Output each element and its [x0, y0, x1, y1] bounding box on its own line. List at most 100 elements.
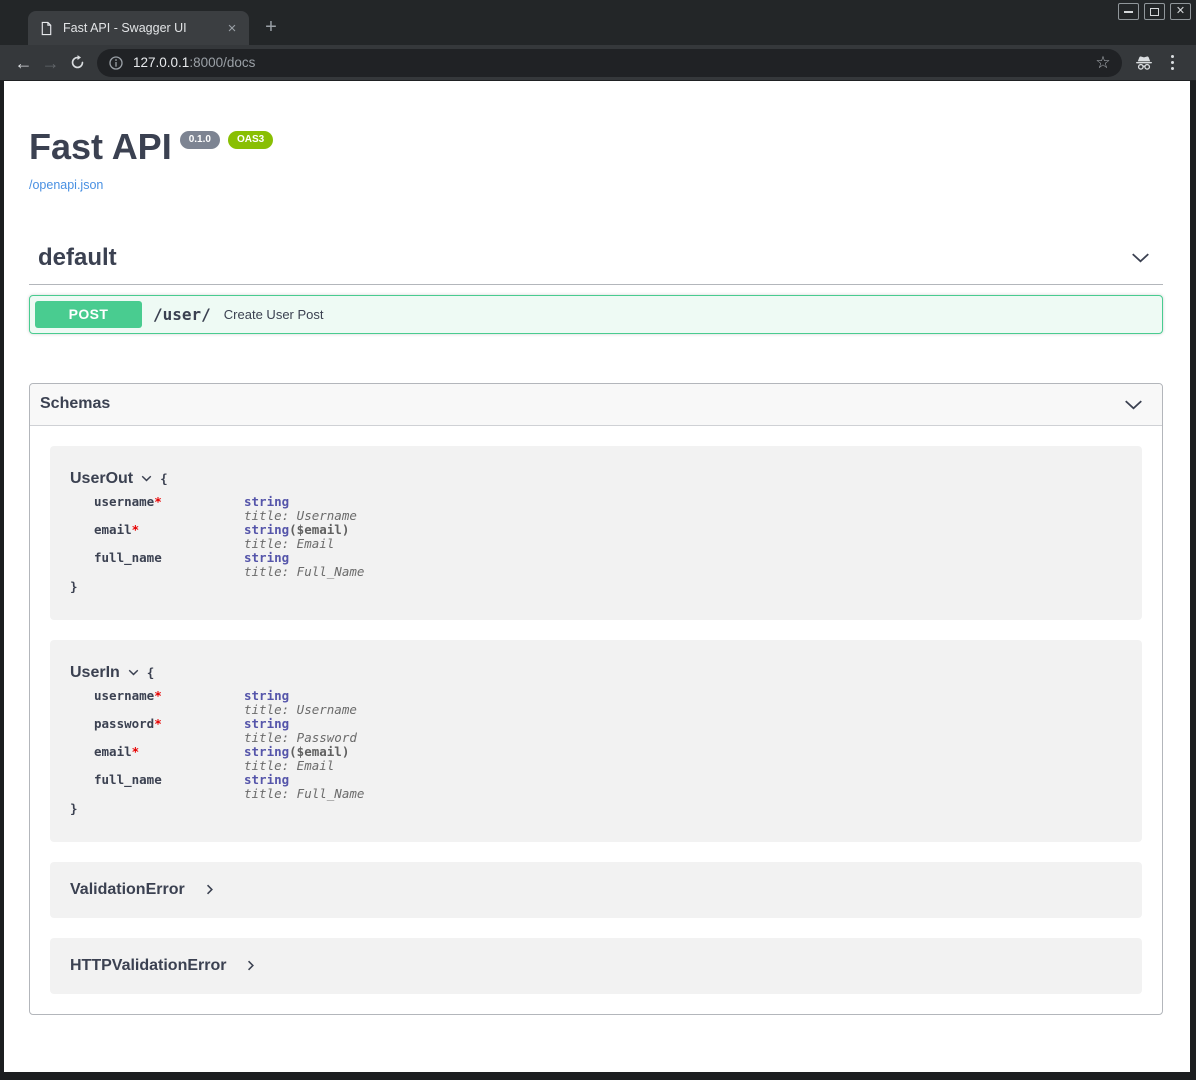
property-row: username* string title: Username — [70, 689, 1122, 717]
property-name: full_name — [94, 550, 162, 565]
bookmark-star-icon[interactable]: ☆ — [1090, 54, 1116, 71]
browser-toolbar: ← → 127.0.0.1:8000/docs ☆ — [0, 45, 1196, 81]
kebab-menu-icon — [1171, 55, 1174, 70]
model-userin: UserIn { username* string tit — [50, 640, 1142, 842]
chevron-down-icon[interactable] — [1130, 247, 1151, 268]
required-star: * — [154, 494, 162, 509]
endpoint-path: /user/ — [153, 305, 211, 324]
property-row: full_name string title: Full_Name — [70, 773, 1122, 801]
property-row: username* string title: Username — [70, 495, 1122, 523]
property-type: string — [244, 716, 289, 731]
property-name: username — [94, 688, 154, 703]
model-validationerror: ValidationError — [50, 862, 1142, 918]
reload-icon — [69, 54, 86, 71]
chevron-down-icon[interactable] — [140, 472, 153, 485]
property-type: string — [244, 772, 289, 787]
chevron-right-icon[interactable] — [203, 883, 216, 896]
required-star: * — [132, 744, 140, 759]
property-type: string — [244, 522, 289, 537]
property-type: string — [244, 550, 289, 565]
minimize-button[interactable] — [1118, 3, 1139, 20]
property-name: email — [94, 522, 132, 537]
window-controls: ✕ — [1118, 3, 1191, 20]
property-title: title: Email — [244, 537, 349, 551]
tab-close-icon[interactable]: × — [223, 21, 241, 36]
property-name: full_name — [94, 772, 162, 787]
schemas-section: Schemas UserOut { — [29, 383, 1163, 1015]
tag-section-default[interactable]: default — [29, 244, 1163, 285]
property-format: ($email) — [289, 744, 349, 759]
close-brace: } — [70, 801, 1122, 816]
chevron-right-icon[interactable] — [244, 959, 257, 972]
property-format: ($email) — [289, 522, 349, 537]
oas3-badge: OAS3 — [228, 131, 273, 149]
property-row: password* string title: Password — [70, 717, 1122, 745]
model-name[interactable]: ValidationError — [70, 881, 185, 899]
model-properties: username* string title: Username passwor… — [70, 689, 1122, 801]
property-title: title: Full_Name — [244, 565, 364, 579]
schemas-body: UserOut { username* string ti — [30, 426, 1162, 1014]
browser-menu-button[interactable] — [1158, 49, 1186, 77]
model-title-row: UserOut { — [70, 470, 1122, 488]
property-title: title: Username — [244, 509, 357, 523]
endpoint-summary: Create User Post — [224, 307, 324, 322]
property-row: email* string($email) title: Email — [70, 745, 1122, 773]
property-row: email* string($email) title: Email — [70, 523, 1122, 551]
chevron-down-icon[interactable] — [1123, 394, 1144, 415]
property-row: full_name string title: Full_Name — [70, 551, 1122, 579]
required-star: * — [154, 688, 162, 703]
open-brace: { — [147, 665, 155, 680]
api-info: Fast API 0.1.0 OAS3 /openapi.json — [29, 127, 1163, 194]
schemas-header[interactable]: Schemas — [30, 384, 1162, 426]
schemas-title: Schemas — [40, 395, 110, 413]
forward-button[interactable]: → — [37, 49, 64, 76]
maximize-icon — [1150, 8, 1159, 16]
property-type: string — [244, 744, 289, 759]
url-text[interactable]: 127.0.0.1:8000/docs — [133, 55, 255, 70]
model-userout: UserOut { username* string ti — [50, 446, 1142, 620]
page-content: Fast API 0.1.0 OAS3 /openapi.json defaul… — [4, 81, 1190, 1072]
titlebar: Fast API - Swagger UI × + ✕ — [0, 0, 1196, 45]
chevron-down-icon[interactable] — [127, 666, 140, 679]
url-host: 127.0.0.1 — [133, 55, 189, 70]
model-title-row: UserIn { — [70, 664, 1122, 682]
close-button[interactable]: ✕ — [1170, 3, 1191, 20]
api-title-text: Fast API — [29, 127, 172, 167]
minimize-icon — [1124, 11, 1133, 13]
model-name[interactable]: UserIn — [70, 664, 120, 682]
required-star: * — [132, 522, 140, 537]
open-brace: { — [160, 471, 168, 486]
address-bar[interactable]: 127.0.0.1:8000/docs ☆ — [97, 49, 1122, 77]
tag-default-title: default — [38, 244, 117, 272]
tab-title: Fast API - Swagger UI — [63, 21, 223, 35]
new-tab-button[interactable]: + — [258, 14, 284, 40]
openapi-json-link[interactable]: /openapi.json — [29, 178, 103, 192]
back-button[interactable]: ← — [10, 49, 37, 76]
model-name[interactable]: HTTPValidationError — [70, 957, 226, 975]
model-httpvalidationerror: HTTPValidationError — [50, 938, 1142, 994]
property-type: string — [244, 494, 289, 509]
version-badge: 0.1.0 — [180, 131, 220, 149]
property-type: string — [244, 688, 289, 703]
site-info-icon[interactable] — [108, 55, 124, 71]
close-brace: } — [70, 579, 1122, 594]
incognito-icon — [1130, 49, 1158, 77]
property-title: title: Username — [244, 703, 357, 717]
endpoint-post-user[interactable]: POST /user/ Create User Post — [29, 295, 1163, 334]
model-properties: username* string title: Username email* … — [70, 495, 1122, 579]
property-title: title: Password — [244, 731, 357, 745]
post-method-badge: POST — [35, 301, 142, 328]
document-icon — [39, 21, 54, 36]
required-star: * — [154, 716, 162, 731]
reload-button[interactable] — [64, 49, 91, 76]
page-title: Fast API 0.1.0 OAS3 — [29, 127, 1163, 167]
browser-window: Fast API - Swagger UI × + ✕ ← → 127.0.0.… — [0, 0, 1196, 1080]
property-name: password — [94, 716, 154, 731]
swagger-ui: Fast API 0.1.0 OAS3 /openapi.json defaul… — [4, 127, 1190, 1015]
maximize-button[interactable] — [1144, 3, 1165, 20]
property-name: email — [94, 744, 132, 759]
property-title: title: Full_Name — [244, 787, 364, 801]
browser-tab[interactable]: Fast API - Swagger UI × — [28, 11, 249, 45]
model-name[interactable]: UserOut — [70, 470, 133, 488]
property-title: title: Email — [244, 759, 349, 773]
